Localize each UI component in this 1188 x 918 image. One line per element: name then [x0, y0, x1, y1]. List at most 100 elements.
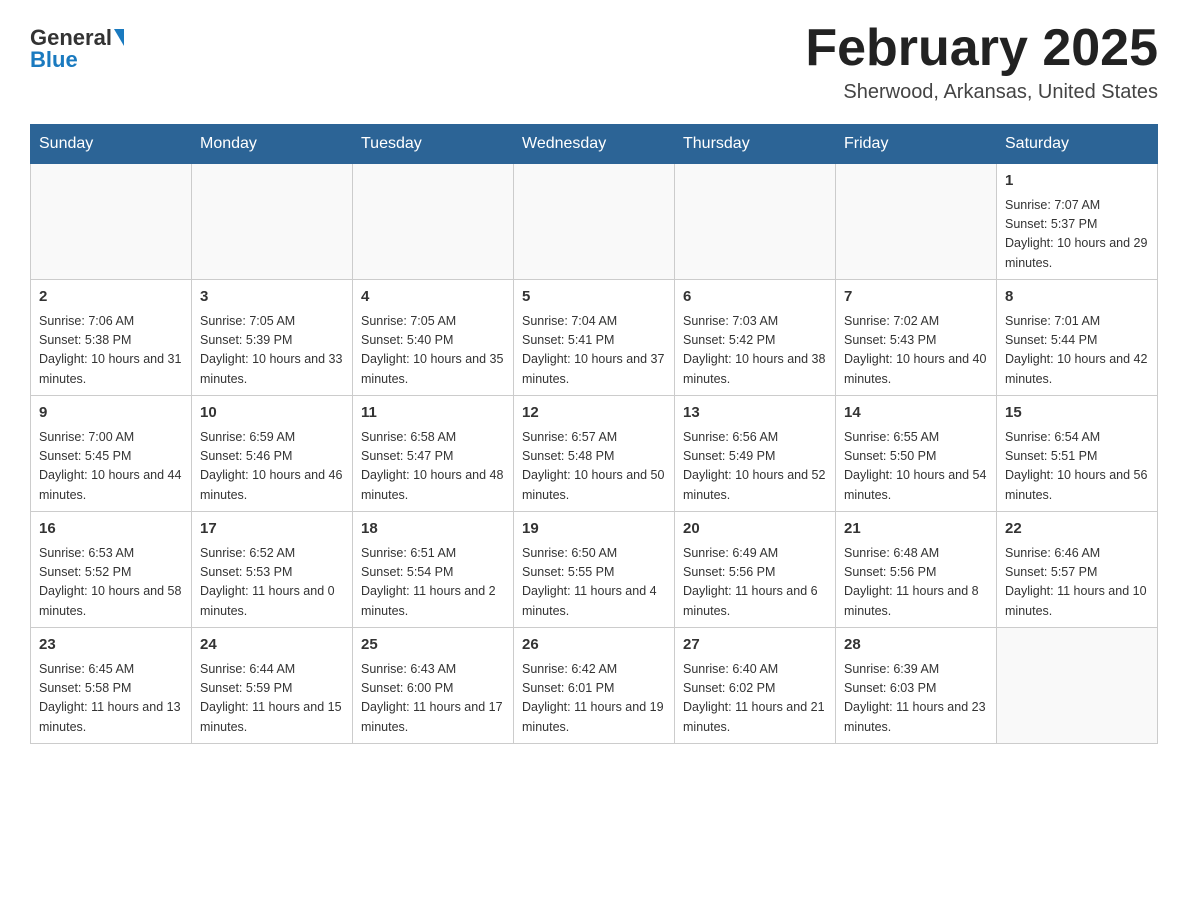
page-header: General Blue February 2025 Sherwood, Ark…	[30, 20, 1158, 104]
day-info: Sunrise: 6:56 AM Sunset: 5:49 PM Dayligh…	[683, 428, 827, 506]
calendar-cell: 25 Sunrise: 6:43 AM Sunset: 6:00 PM Dayli…	[353, 628, 514, 744]
calendar-cell: 21 Sunrise: 6:48 AM Sunset: 5:56 PM Dayli…	[836, 512, 997, 628]
day-info: Sunrise: 6:48 AM Sunset: 5:56 PM Dayligh…	[844, 544, 988, 622]
calendar-cell	[836, 164, 997, 280]
calendar-cell: 23Sunrise: 6:45 AM Sunset: 5:58 PM Dayli…	[31, 628, 192, 744]
day-number: 11	[361, 402, 505, 425]
calendar-cell: 28Sunrise: 6:39 AM Sunset: 6:03 PM Dayli…	[836, 628, 997, 744]
day-number: 12	[522, 402, 666, 425]
calendar-cell: 14 Sunrise: 6:55 AM Sunset: 5:50 PM Dayli…	[836, 396, 997, 512]
column-header-wednesday: Wednesday	[514, 125, 675, 164]
calendar-cell	[192, 164, 353, 280]
column-header-tuesday: Tuesday	[353, 125, 514, 164]
calendar-week-row: 2 Sunrise: 7:06 AM Sunset: 5:38 PM Daylig…	[31, 280, 1158, 396]
day-info: Sunrise: 6:54 AM Sunset: 5:51 PM Dayligh…	[1005, 428, 1149, 506]
day-number: 21	[844, 518, 988, 541]
day-info: Sunrise: 6:46 AM Sunset: 5:57 PM Dayligh…	[1005, 544, 1149, 622]
day-info: Sunrise: 7:05 AM Sunset: 5:39 PM Dayligh…	[200, 312, 344, 390]
column-header-saturday: Saturday	[997, 125, 1158, 164]
day-number: 14	[844, 402, 988, 425]
day-info: Sunrise: 7:06 AM Sunset: 5:38 PM Dayligh…	[39, 312, 183, 390]
logo-blue-text: Blue	[30, 47, 78, 73]
calendar-week-row: 1 Sunrise: 7:07 AM Sunset: 5:37 PM Daylig…	[31, 164, 1158, 280]
day-info: Sunrise: 6:43 AM Sunset: 6:00 PM Dayligh…	[361, 660, 505, 738]
calendar-cell: 8 Sunrise: 7:01 AM Sunset: 5:44 PM Daylig…	[997, 280, 1158, 396]
day-number: 5	[522, 286, 666, 309]
day-info: Sunrise: 6:52 AM Sunset: 5:53 PM Dayligh…	[200, 544, 344, 622]
calendar-week-row: 23Sunrise: 6:45 AM Sunset: 5:58 PM Dayli…	[31, 628, 1158, 744]
day-number: 20	[683, 518, 827, 541]
day-number: 22	[1005, 518, 1149, 541]
day-info: Sunrise: 6:57 AM Sunset: 5:48 PM Dayligh…	[522, 428, 666, 506]
day-info: Sunrise: 6:45 AM Sunset: 5:58 PM Dayligh…	[39, 660, 183, 738]
day-info: Sunrise: 6:51 AM Sunset: 5:54 PM Dayligh…	[361, 544, 505, 622]
calendar-table: SundayMondayTuesdayWednesdayThursdayFrid…	[30, 124, 1158, 744]
day-number: 25	[361, 634, 505, 657]
calendar-cell	[514, 164, 675, 280]
day-number: 17	[200, 518, 344, 541]
day-info: Sunrise: 7:03 AM Sunset: 5:42 PM Dayligh…	[683, 312, 827, 390]
calendar-cell: 22 Sunrise: 6:46 AM Sunset: 5:57 PM Dayli…	[997, 512, 1158, 628]
calendar-cell: 1 Sunrise: 7:07 AM Sunset: 5:37 PM Daylig…	[997, 164, 1158, 280]
calendar-cell: 20 Sunrise: 6:49 AM Sunset: 5:56 PM Dayli…	[675, 512, 836, 628]
day-number: 18	[361, 518, 505, 541]
calendar-cell	[353, 164, 514, 280]
calendar-cell: 17 Sunrise: 6:52 AM Sunset: 5:53 PM Dayli…	[192, 512, 353, 628]
day-info: Sunrise: 7:07 AM Sunset: 5:37 PM Dayligh…	[1005, 196, 1149, 274]
calendar-cell: 18 Sunrise: 6:51 AM Sunset: 5:54 PM Dayli…	[353, 512, 514, 628]
column-header-friday: Friday	[836, 125, 997, 164]
calendar-cell: 11 Sunrise: 6:58 AM Sunset: 5:47 PM Dayli…	[353, 396, 514, 512]
day-info: Sunrise: 7:05 AM Sunset: 5:40 PM Dayligh…	[361, 312, 505, 390]
calendar-cell: 9Sunrise: 7:00 AM Sunset: 5:45 PM Daylig…	[31, 396, 192, 512]
calendar-cell: 6 Sunrise: 7:03 AM Sunset: 5:42 PM Daylig…	[675, 280, 836, 396]
calendar-cell: 2 Sunrise: 7:06 AM Sunset: 5:38 PM Daylig…	[31, 280, 192, 396]
day-number: 10	[200, 402, 344, 425]
calendar-cell: 15 Sunrise: 6:54 AM Sunset: 5:51 PM Dayli…	[997, 396, 1158, 512]
calendar-cell: 27Sunrise: 6:40 AM Sunset: 6:02 PM Dayli…	[675, 628, 836, 744]
calendar-header-row: SundayMondayTuesdayWednesdayThursdayFrid…	[31, 125, 1158, 164]
day-info: Sunrise: 7:02 AM Sunset: 5:43 PM Dayligh…	[844, 312, 988, 390]
day-number: 19	[522, 518, 666, 541]
day-info: Sunrise: 7:04 AM Sunset: 5:41 PM Dayligh…	[522, 312, 666, 390]
calendar-cell: 13Sunrise: 6:56 AM Sunset: 5:49 PM Dayli…	[675, 396, 836, 512]
column-header-thursday: Thursday	[675, 125, 836, 164]
calendar-cell: 4Sunrise: 7:05 AM Sunset: 5:40 PM Daylig…	[353, 280, 514, 396]
day-number: 16	[39, 518, 183, 541]
calendar-cell: 3 Sunrise: 7:05 AM Sunset: 5:39 PM Daylig…	[192, 280, 353, 396]
calendar-cell: 16 Sunrise: 6:53 AM Sunset: 5:52 PM Dayli…	[31, 512, 192, 628]
calendar-cell: 24Sunrise: 6:44 AM Sunset: 5:59 PM Dayli…	[192, 628, 353, 744]
day-info: Sunrise: 6:40 AM Sunset: 6:02 PM Dayligh…	[683, 660, 827, 738]
calendar-cell: 19 Sunrise: 6:50 AM Sunset: 5:55 PM Dayli…	[514, 512, 675, 628]
day-info: Sunrise: 6:42 AM Sunset: 6:01 PM Dayligh…	[522, 660, 666, 738]
logo: General Blue	[30, 20, 124, 73]
calendar-cell	[31, 164, 192, 280]
calendar-cell	[675, 164, 836, 280]
day-number: 1	[1005, 170, 1149, 193]
day-info: Sunrise: 6:53 AM Sunset: 5:52 PM Dayligh…	[39, 544, 183, 622]
day-info: Sunrise: 6:59 AM Sunset: 5:46 PM Dayligh…	[200, 428, 344, 506]
column-header-sunday: Sunday	[31, 125, 192, 164]
calendar-cell: 12 Sunrise: 6:57 AM Sunset: 5:48 PM Dayli…	[514, 396, 675, 512]
day-info: Sunrise: 6:49 AM Sunset: 5:56 PM Dayligh…	[683, 544, 827, 622]
day-info: Sunrise: 6:39 AM Sunset: 6:03 PM Dayligh…	[844, 660, 988, 738]
calendar-title: February 2025	[805, 20, 1158, 77]
calendar-cell: 26Sunrise: 6:42 AM Sunset: 6:01 PM Dayli…	[514, 628, 675, 744]
day-number: 3	[200, 286, 344, 309]
day-number: 24	[200, 634, 344, 657]
day-info: Sunrise: 6:50 AM Sunset: 5:55 PM Dayligh…	[522, 544, 666, 622]
calendar-subtitle: Sherwood, Arkansas, United States	[805, 81, 1158, 104]
day-number: 15	[1005, 402, 1149, 425]
day-info: Sunrise: 6:58 AM Sunset: 5:47 PM Dayligh…	[361, 428, 505, 506]
day-info: Sunrise: 7:01 AM Sunset: 5:44 PM Dayligh…	[1005, 312, 1149, 390]
day-number: 8	[1005, 286, 1149, 309]
logo-triangle-icon	[114, 29, 124, 46]
calendar-cell	[997, 628, 1158, 744]
calendar-cell: 7Sunrise: 7:02 AM Sunset: 5:43 PM Daylig…	[836, 280, 997, 396]
calendar-week-row: 16 Sunrise: 6:53 AM Sunset: 5:52 PM Dayli…	[31, 512, 1158, 628]
day-info: Sunrise: 6:55 AM Sunset: 5:50 PM Dayligh…	[844, 428, 988, 506]
column-header-monday: Monday	[192, 125, 353, 164]
calendar-week-row: 9Sunrise: 7:00 AM Sunset: 5:45 PM Daylig…	[31, 396, 1158, 512]
day-number: 6	[683, 286, 827, 309]
day-number: 2	[39, 286, 183, 309]
title-section: February 2025 Sherwood, Arkansas, United…	[805, 20, 1158, 104]
